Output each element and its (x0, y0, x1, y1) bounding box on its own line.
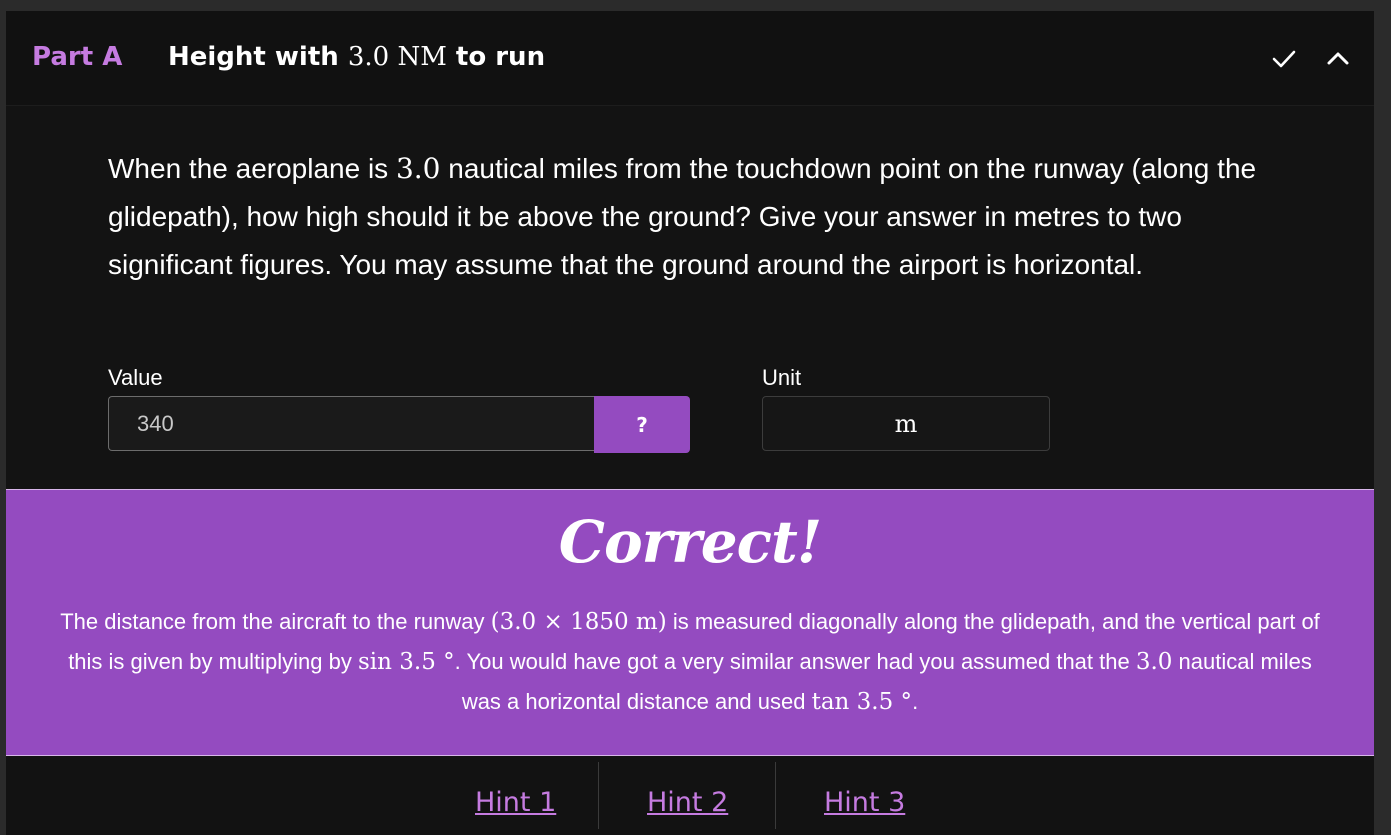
feedback-math-2: sin 3.5 ° (357, 649, 455, 675)
question-text: When the aeroplane is 3.0 nautical miles… (108, 145, 1288, 289)
part-title-suffix: to run (446, 42, 546, 72)
part-title-prefix: Height with (168, 42, 348, 72)
value-input[interactable] (108, 396, 594, 451)
feedback-panel: Correct! The distance from the aircraft … (6, 489, 1374, 756)
hints-bar: Hint 1 Hint 2 Hint 3 (6, 757, 1374, 835)
hint-divider (598, 762, 599, 829)
feedback-text: The distance from the aircraft to the ru… (46, 602, 1334, 722)
hint-divider (775, 762, 776, 829)
part-label: Part A (32, 42, 123, 72)
feedback-math-1: (3.0 × 1850 m) (490, 609, 667, 635)
hint-2-link[interactable]: Hint 2 (647, 787, 728, 818)
hint-3-link[interactable]: Hint 3 (824, 787, 905, 818)
part-header[interactable]: Part A Height with 3.0 NM to run (6, 11, 1374, 106)
help-button[interactable]: ? (594, 396, 690, 453)
unit-select[interactable]: m (762, 396, 1050, 451)
question-math-1: 3.0 (395, 152, 441, 185)
value-label: Value (108, 365, 163, 390)
feedback-math-3: 3.0 (1135, 649, 1173, 675)
check-icon (1272, 50, 1296, 68)
question-text-1: When the aeroplane is (108, 153, 396, 184)
feedback-text-1: The distance from the aircraft to the ru… (60, 609, 491, 634)
feedback-text-3: . You would have got a very similar answ… (454, 649, 1136, 674)
question-part-panel: Part A Height with 3.0 NM to run When th… (6, 11, 1374, 835)
feedback-math-4: tan 3.5 ° (811, 689, 913, 715)
chevron-up-icon[interactable] (1324, 47, 1352, 71)
correct-heading: Correct! (558, 508, 822, 576)
hint-1-link[interactable]: Hint 1 (475, 787, 556, 818)
unit-label: Unit (762, 365, 802, 390)
feedback-text-5: . (912, 689, 919, 714)
part-title-math: 3.0 NM (347, 42, 447, 72)
part-title: Height with 3.0 NM to run (168, 42, 545, 72)
